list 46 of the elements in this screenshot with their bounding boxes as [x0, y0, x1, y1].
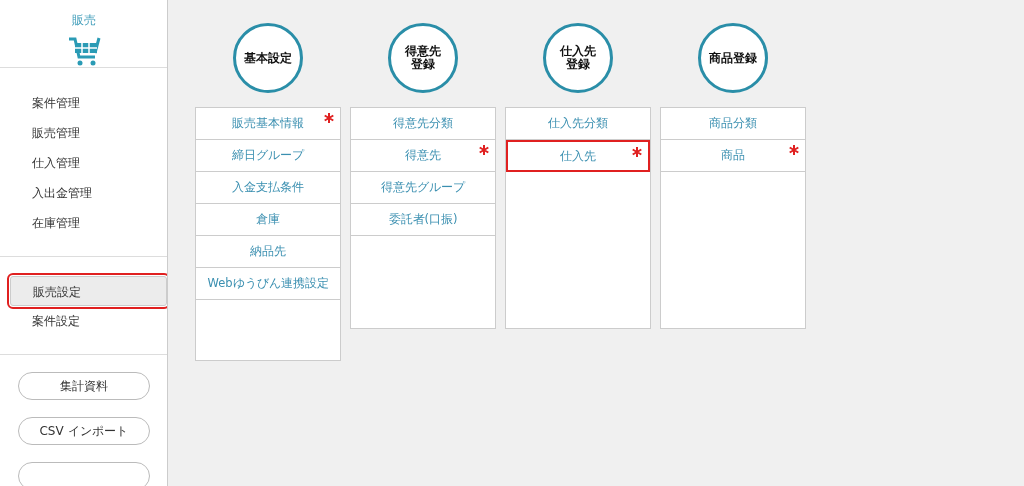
menu-item[interactable]: 販売管理 [0, 118, 167, 148]
item-label: 商品 [721, 148, 745, 162]
category-title: 基本設定 [244, 51, 292, 65]
sidebar-button[interactable]: 集計資料 [17, 372, 150, 400]
list-item[interactable]: 入金支払条件 [196, 172, 340, 204]
item-label: 得意先グループ [381, 180, 465, 194]
cart-icon [66, 35, 101, 67]
list-item[interactable]: 商品分類 [661, 108, 805, 140]
list-item[interactable]: 得意先分類 [351, 108, 495, 140]
list-item[interactable]: 仕入先 [506, 140, 650, 172]
item-label: Webゆうびん連携設定 [207, 276, 329, 290]
item-label: 商品分類 [709, 116, 757, 130]
item-label: 納品先 [250, 244, 286, 258]
menu-item[interactable]: 入出金管理 [0, 178, 167, 208]
list-item[interactable]: 得意先グループ [351, 172, 495, 204]
list-item[interactable]: 得意先 [351, 140, 495, 172]
category-title: 登録 [566, 58, 590, 71]
item-label: 委託者(口振) [388, 212, 458, 226]
menu-item[interactable]: 案件管理 [0, 88, 167, 118]
category-title: 仕入先 [560, 45, 596, 58]
list-item[interactable]: 委託者(口振) [351, 204, 495, 236]
list-item[interactable]: 倉庫 [196, 204, 340, 236]
list-item[interactable]: 納品先 [196, 236, 340, 268]
list-item[interactable]: 締日グループ [196, 140, 340, 172]
item-label: 仕入先分類 [548, 116, 608, 130]
list-item[interactable]: 販売基本情報 [196, 108, 340, 140]
item-label: 販売基本情報 [232, 116, 304, 130]
item-label: 得意先 [405, 148, 441, 162]
list-item[interactable]: 商品 [661, 140, 805, 172]
item-label: 締日グループ [232, 148, 304, 162]
sidebar-button[interactable] [17, 462, 150, 486]
menu-item[interactable]: 仕入管理 [0, 148, 167, 178]
item-label: 倉庫 [256, 212, 280, 226]
sidebar-button[interactable]: CSV インポート [17, 417, 150, 445]
category-title: 得意先 [405, 45, 441, 58]
list-item[interactable]: Webゆうびん連携設定 [196, 268, 340, 300]
item-label: 仕入先 [560, 149, 596, 163]
category-title: 商品登録 [709, 51, 757, 65]
menu-item[interactable]: 在庫管理 [0, 208, 167, 238]
menu-item[interactable]: 販売設定 [10, 276, 167, 306]
menu-item[interactable]: 案件設定 [10, 306, 167, 336]
category-title: 登録 [411, 58, 435, 71]
item-label: 得意先分類 [393, 116, 453, 130]
item-label: 入金支払条件 [232, 180, 304, 194]
list-item[interactable]: 仕入先分類 [506, 108, 650, 140]
module-title: 販売 [71, 12, 96, 29]
